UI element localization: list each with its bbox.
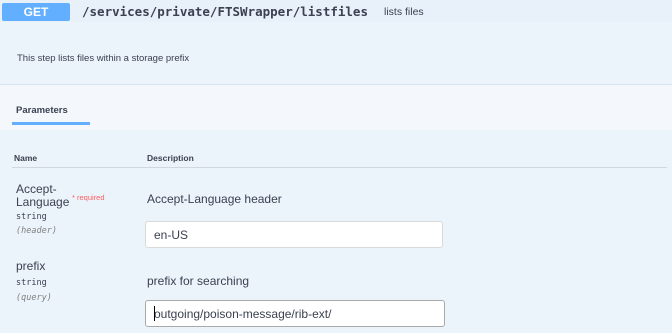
http-method-badge: GET bbox=[2, 3, 70, 21]
param-location-prefix: (query) bbox=[16, 293, 52, 303]
tab-active-indicator bbox=[12, 122, 90, 125]
param-type-accept-language: string bbox=[16, 212, 47, 222]
endpoint-summary: lists files bbox=[384, 6, 424, 18]
prefix-input[interactable] bbox=[145, 300, 445, 327]
operation-block: GET /services/private/FTSWrapper/listfil… bbox=[0, 0, 672, 333]
required-marker: * required bbox=[72, 193, 105, 202]
param-name-accept-language-line2: Language bbox=[16, 195, 70, 209]
accept-language-input[interactable] bbox=[145, 221, 443, 248]
endpoint-path: /services/private/FTSWrapper/listfiles bbox=[82, 4, 368, 19]
text-cursor bbox=[154, 306, 155, 321]
tab-parameters[interactable]: Parameters bbox=[16, 105, 68, 116]
column-header-divider bbox=[12, 167, 667, 168]
param-description-prefix: prefix for searching bbox=[147, 274, 250, 288]
parameters-header bbox=[0, 84, 672, 130]
param-type-prefix: string bbox=[16, 278, 47, 288]
param-location-accept-language: (header) bbox=[16, 226, 57, 236]
param-description-accept-language: Accept-Language header bbox=[147, 192, 282, 206]
param-name-prefix: prefix bbox=[16, 259, 46, 273]
operation-summary-bar[interactable]: GET /services/private/FTSWrapper/listfil… bbox=[0, 0, 672, 22]
operation-description: This step lists files within a storage p… bbox=[17, 53, 190, 64]
column-header-name: Name bbox=[14, 153, 38, 163]
column-header-description: Description bbox=[147, 153, 194, 163]
